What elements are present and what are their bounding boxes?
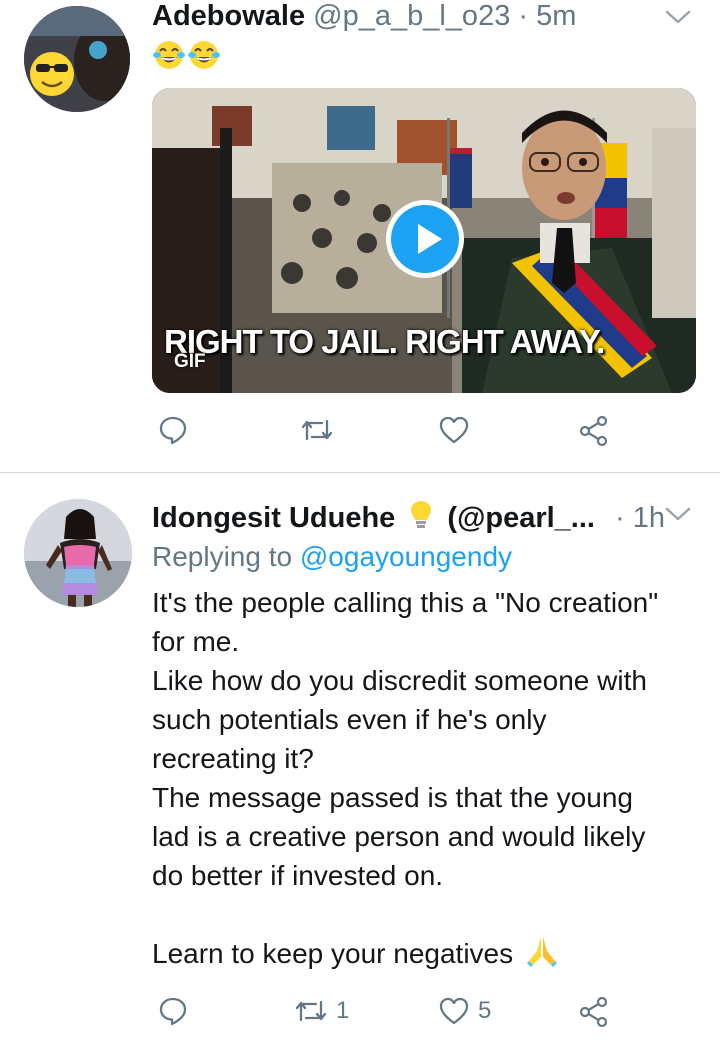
reply-icon (158, 415, 188, 445)
timestamp[interactable]: 1h (633, 502, 665, 534)
like-icon (438, 415, 470, 445)
retweet-count: 1 (336, 997, 350, 1024)
reply-icon (158, 996, 188, 1026)
tweet-text (152, 38, 222, 77)
display-name[interactable]: Idongesit Uduehe (152, 502, 395, 534)
replying-to: Replying to @ogayoungendy (152, 539, 512, 575)
play-icon (391, 205, 459, 273)
share-button[interactable] (578, 996, 610, 1028)
display-name[interactable]: Adebowale (152, 0, 305, 32)
play-button[interactable] (386, 200, 464, 278)
retweet-icon (300, 415, 334, 445)
share-button[interactable] (578, 415, 610, 447)
joy-emoji (153, 41, 185, 69)
avatar[interactable] (24, 499, 132, 607)
timestamp[interactable]: 5m (536, 0, 576, 32)
replying-to-label: Replying to (152, 541, 293, 572)
avatar[interactable] (24, 6, 130, 112)
tweet-text-line: recreating it? (152, 743, 314, 774)
tweet-text-line: It's the people calling this a "No creat… (152, 587, 659, 618)
tweet-text-line: Learn to keep your negatives (152, 934, 712, 977)
share-icon (578, 996, 610, 1028)
tweet[interactable]: Idongesit Uduehe (@pearl_... · 1h Replyi… (0, 473, 720, 1043)
retweet-button[interactable]: 1 (294, 996, 349, 1026)
reply-button[interactable] (158, 415, 196, 445)
tweet-actions: 1 5 (152, 996, 632, 1036)
like-button[interactable]: 5 (438, 996, 491, 1026)
gif-caption: RIGHT TO JAIL. RIGHT AWAY. (164, 323, 605, 360)
tweet-text-line: such potentials even if he's only (152, 704, 547, 735)
replying-to-handle[interactable]: @ogayoungendy (300, 541, 512, 572)
like-button[interactable] (438, 415, 478, 445)
joy-emoji (188, 41, 220, 69)
folded-hands-emoji (525, 935, 559, 977)
chevron-down-icon[interactable] (664, 505, 692, 528)
tweet[interactable]: Adebowale @p_a_b_l_o23 · 5m RIGHT TO JAI… (0, 0, 720, 472)
like-count: 5 (478, 997, 492, 1024)
retweet-icon (294, 996, 328, 1026)
tweet-text-line: lad is a creative person and would likel… (152, 821, 646, 852)
separator-dot: · (518, 0, 529, 32)
tweet-text-line-content: Learn to keep your negatives (152, 938, 514, 969)
chevron-down-icon[interactable] (664, 8, 692, 31)
tweet-actions (152, 415, 632, 455)
tweet-text-line: for me. (152, 626, 240, 657)
tweet-text: It's the people calling this a "No creat… (152, 583, 712, 977)
tweet-text-line: The message passed is that the young (152, 782, 633, 813)
like-icon (438, 996, 470, 1026)
user-handle[interactable]: (@pearl_... (447, 502, 595, 534)
tweet-text-line: do better if invested on. (152, 860, 444, 891)
gif-media[interactable]: RIGHT TO JAIL. RIGHT AWAY. GIF (152, 88, 696, 393)
light-bulb-emoji (409, 499, 433, 540)
retweet-button[interactable] (300, 415, 342, 445)
gif-badge: GIF (174, 351, 206, 372)
user-handle[interactable]: @p_a_b_l_o23 (313, 0, 510, 32)
tweet-header: Idongesit Uduehe (@pearl_... · 1h (152, 499, 665, 540)
separator-dot: · (615, 502, 625, 535)
tweet-text-line: Like how do you discredit someone with (152, 665, 647, 696)
share-icon (578, 415, 610, 447)
reply-button[interactable] (158, 996, 196, 1026)
tweet-header: Adebowale @p_a_b_l_o23 · 5m (152, 0, 576, 34)
